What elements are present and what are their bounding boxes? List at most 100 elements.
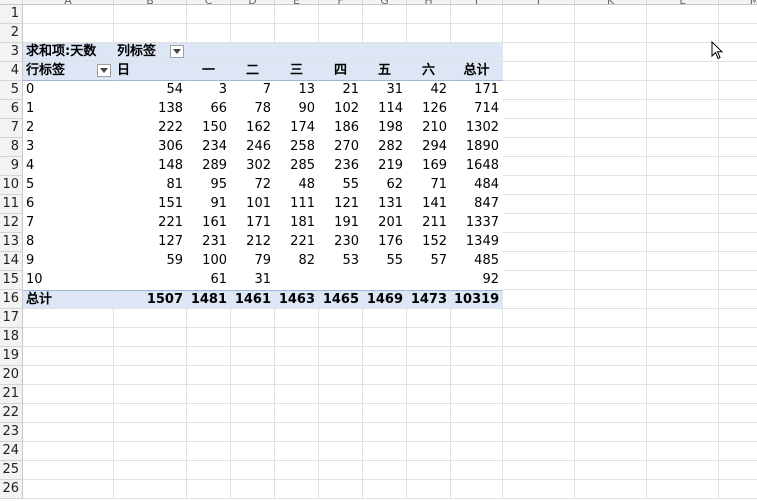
cell[interactable] [319,480,363,499]
pivot-value[interactable]: 92 [451,271,503,290]
pivot-value[interactable]: 55 [363,252,407,271]
cell[interactable] [187,347,231,366]
cell[interactable] [719,100,757,119]
cell[interactable] [719,366,757,385]
pivot-value[interactable]: 198 [363,119,407,138]
cell[interactable] [451,404,503,423]
cell[interactable] [114,385,187,404]
pivot-value[interactable]: 484 [451,176,503,195]
cell[interactable] [114,309,187,328]
cell[interactable] [647,404,719,423]
cell[interactable] [647,271,719,290]
cell[interactable] [363,385,407,404]
cell[interactable] [23,404,114,423]
cell[interactable] [319,404,363,423]
cell[interactable] [719,157,757,176]
cell[interactable] [575,404,647,423]
cell[interactable] [23,24,114,43]
cell[interactable] [187,480,231,499]
cell[interactable] [231,43,275,62]
row-header[interactable]: 14 [0,252,23,271]
pivot-row-key[interactable]: 1 [23,100,114,119]
pivot-value[interactable]: 201 [363,214,407,233]
pivot-value[interactable]: 91 [187,195,231,214]
cell[interactable] [187,404,231,423]
pivot-value[interactable]: 181 [275,214,319,233]
cell[interactable] [575,81,647,100]
pivot-value[interactable]: 1648 [451,157,503,176]
pivot-value[interactable]: 78 [231,100,275,119]
pivot-row-key[interactable]: 5 [23,176,114,195]
cell[interactable] [451,423,503,442]
cell[interactable] [319,347,363,366]
cell[interactable] [503,5,575,24]
pivot-value[interactable]: 847 [451,195,503,214]
cell[interactable] [275,461,319,480]
cell[interactable] [647,461,719,480]
cell[interactable] [275,328,319,347]
cell[interactable] [363,347,407,366]
cell[interactable] [451,24,503,43]
pivot-value[interactable] [319,271,363,290]
pivot-row-key[interactable]: 10 [23,271,114,290]
pivot-value[interactable]: 3 [187,81,231,100]
cell[interactable] [114,347,187,366]
pivot-value[interactable]: 191 [319,214,363,233]
cell[interactable] [503,309,575,328]
pivot-value[interactable]: 246 [231,138,275,157]
pivot-value[interactable]: 90 [275,100,319,119]
cell[interactable] [503,271,575,290]
row-header[interactable]: 24 [0,442,23,461]
pivot-value[interactable]: 230 [319,233,363,252]
pivot-value[interactable]: 95 [187,176,231,195]
cell[interactable] [647,385,719,404]
pivot-value[interactable]: 54 [114,81,187,100]
cell[interactable] [503,347,575,366]
cell[interactable] [503,366,575,385]
cell[interactable] [451,328,503,347]
cell[interactable] [275,404,319,423]
cell[interactable] [575,290,647,309]
cell[interactable] [407,404,451,423]
cell[interactable] [503,461,575,480]
cell[interactable] [503,252,575,271]
cell[interactable] [503,138,575,157]
pivot-value[interactable]: 1337 [451,214,503,233]
cell[interactable] [719,138,757,157]
cell[interactable] [647,81,719,100]
cell[interactable] [719,233,757,252]
pivot-grand-total-value[interactable]: 1469 [363,290,407,309]
pivot-value[interactable]: 48 [275,176,319,195]
pivot-value[interactable]: 42 [407,81,451,100]
cell[interactable] [647,252,719,271]
pivot-value[interactable]: 162 [231,119,275,138]
pivot-row-key[interactable]: 2 [23,119,114,138]
cell[interactable] [23,366,114,385]
cell[interactable] [503,24,575,43]
cell[interactable] [363,404,407,423]
cell[interactable] [451,385,503,404]
cell[interactable] [575,214,647,233]
pivot-column-header[interactable]: 一 [187,62,231,81]
cell[interactable] [575,62,647,81]
cell[interactable] [575,5,647,24]
pivot-value[interactable]: 127 [114,233,187,252]
pivot-value[interactable]: 114 [363,100,407,119]
cell[interactable] [275,366,319,385]
cell[interactable] [575,119,647,138]
pivot-value[interactable]: 148 [114,157,187,176]
cell[interactable] [503,214,575,233]
row-header[interactable]: 22 [0,404,23,423]
pivot-row-label[interactable]: 行标签 [23,62,114,81]
cell[interactable] [231,24,275,43]
cell[interactable] [503,404,575,423]
pivot-value[interactable]: 285 [275,157,319,176]
cell[interactable] [407,328,451,347]
cell[interactable] [23,480,114,499]
cell[interactable] [407,347,451,366]
cell[interactable] [575,442,647,461]
cell[interactable] [719,385,757,404]
cell[interactable] [275,423,319,442]
cell[interactable] [647,195,719,214]
cell[interactable] [503,157,575,176]
